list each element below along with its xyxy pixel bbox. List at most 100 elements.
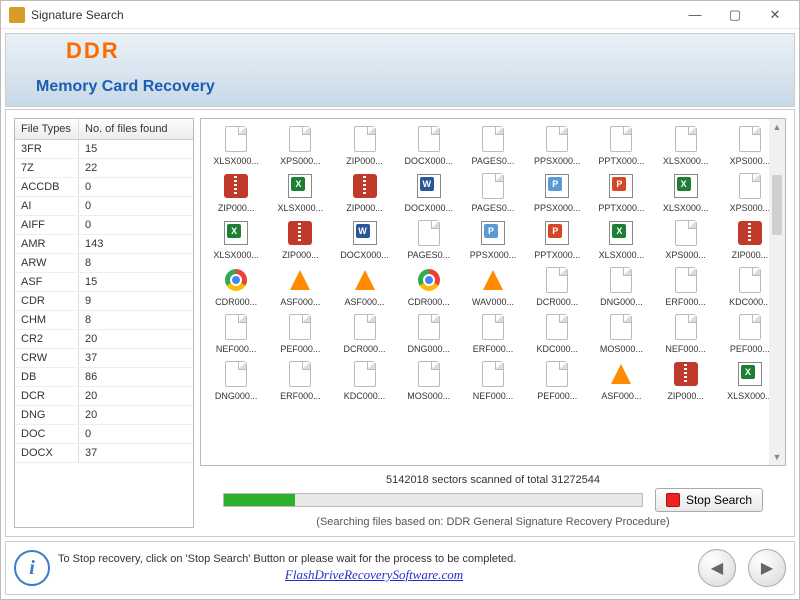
file-item[interactable]: XPS000...: [655, 219, 717, 260]
cell-file-count: 20: [79, 330, 193, 348]
file-item[interactable]: PAGES0...: [398, 219, 460, 260]
doc-icon: [417, 174, 441, 198]
header-subtitle: Memory Card Recovery: [36, 78, 215, 96]
file-item[interactable]: ERF000...: [462, 313, 524, 354]
stop-label: Stop Search: [686, 493, 752, 507]
file-item[interactable]: ZIP000...: [333, 172, 395, 213]
file-item[interactable]: ASF000...: [333, 266, 395, 307]
file-item[interactable]: DCR000...: [526, 266, 588, 307]
file-item[interactable]: DOCX000...: [398, 172, 460, 213]
table-row[interactable]: CDR9: [15, 292, 193, 311]
file-item[interactable]: PPSX000...: [526, 172, 588, 213]
close-button[interactable]: ✕: [755, 2, 795, 28]
table-row[interactable]: ARW8: [15, 254, 193, 273]
table-row[interactable]: AIFF0: [15, 216, 193, 235]
file-item[interactable]: NEF000...: [462, 360, 524, 401]
file-label: PPSX000...: [529, 203, 585, 213]
file-item[interactable]: ERF000...: [269, 360, 331, 401]
file-item[interactable]: XPS000...: [269, 125, 331, 166]
file-item[interactable]: MOS000...: [590, 313, 652, 354]
file-item[interactable]: XLSX000...: [205, 125, 267, 166]
table-row[interactable]: AMR143: [15, 235, 193, 254]
maximize-button[interactable]: ▢: [715, 2, 755, 28]
zip-icon: [224, 174, 248, 198]
file-label: PEF000...: [529, 391, 585, 401]
file-item[interactable]: NEF000...: [205, 313, 267, 354]
file-item[interactable]: PAGES0...: [462, 125, 524, 166]
table-row[interactable]: CR220: [15, 330, 193, 349]
table-row[interactable]: ACCDB0: [15, 178, 193, 197]
scroll-up-icon[interactable]: ▲: [769, 119, 785, 135]
zip-icon: [288, 221, 312, 245]
table-row[interactable]: DNG20: [15, 406, 193, 425]
file-item[interactable]: ZIP000...: [655, 360, 717, 401]
file-item[interactable]: PPSX000...: [526, 125, 588, 166]
file-item[interactable]: CDR000...: [398, 266, 460, 307]
table-row[interactable]: DOC0: [15, 425, 193, 444]
file-item[interactable]: PAGES0...: [462, 172, 524, 213]
file-item[interactable]: PEF000...: [269, 313, 331, 354]
table-row[interactable]: 3FR15: [15, 140, 193, 159]
blank-icon: [354, 361, 376, 387]
file-item[interactable]: DNG000...: [398, 313, 460, 354]
file-item[interactable]: PPTX000...: [590, 125, 652, 166]
file-item[interactable]: ZIP000...: [269, 219, 331, 260]
file-item[interactable]: DNG000...: [590, 266, 652, 307]
stop-search-button[interactable]: Stop Search: [655, 488, 763, 512]
file-item[interactable]: ASF000...: [590, 360, 652, 401]
nav-forward-button[interactable]: ▶: [748, 549, 786, 587]
table-row[interactable]: CRW37: [15, 349, 193, 368]
file-label: ZIP000...: [658, 391, 714, 401]
table-row[interactable]: AI0: [15, 197, 193, 216]
file-grid[interactable]: XLSX000...XPS000...ZIP000...DOCX000...PA…: [201, 119, 785, 407]
file-item[interactable]: KDC000...: [333, 360, 395, 401]
table-row[interactable]: DOCX37: [15, 444, 193, 463]
file-item[interactable]: PPSX000...: [462, 219, 524, 260]
file-item[interactable]: DCR000...: [333, 313, 395, 354]
file-item[interactable]: ZIP000...: [205, 172, 267, 213]
file-item[interactable]: KDC000...: [526, 313, 588, 354]
table-row[interactable]: ASF15: [15, 273, 193, 292]
file-item[interactable]: DNG000...: [205, 360, 267, 401]
file-label: XLSX000...: [658, 156, 714, 166]
cell-file-count: 37: [79, 349, 193, 367]
table-row[interactable]: DB86: [15, 368, 193, 387]
file-item[interactable]: PPTX000...: [526, 219, 588, 260]
file-label: PPTX000...: [529, 250, 585, 260]
file-item[interactable]: NEF000...: [655, 313, 717, 354]
info-icon: i: [14, 550, 50, 586]
file-item[interactable]: XLSX000...: [590, 219, 652, 260]
file-label: MOS000...: [401, 391, 457, 401]
footer-link[interactable]: FlashDriveRecoverySoftware.com: [58, 567, 690, 583]
file-item[interactable]: DOCX000...: [333, 219, 395, 260]
zip-icon: [353, 174, 377, 198]
cell-file-type: ACCDB: [15, 178, 79, 196]
file-item[interactable]: XLSX000...: [655, 172, 717, 213]
file-item[interactable]: WAV000...: [462, 266, 524, 307]
file-item[interactable]: PEF000...: [526, 360, 588, 401]
table-row[interactable]: 7Z22: [15, 159, 193, 178]
blank-icon: [225, 126, 247, 152]
table-row[interactable]: CHM8: [15, 311, 193, 330]
file-item[interactable]: CDR000...: [205, 266, 267, 307]
table-row[interactable]: DCR20: [15, 387, 193, 406]
file-item[interactable]: ZIP000...: [333, 125, 395, 166]
file-item[interactable]: MOS000...: [398, 360, 460, 401]
file-item[interactable]: XLSX000...: [269, 172, 331, 213]
file-item[interactable]: XLSX000...: [655, 125, 717, 166]
file-item[interactable]: PPTX000...: [590, 172, 652, 213]
file-label: MOS000...: [593, 344, 649, 354]
file-item[interactable]: ERF000...: [655, 266, 717, 307]
minimize-button[interactable]: —: [675, 2, 715, 28]
file-item[interactable]: XLSX000...: [205, 219, 267, 260]
nav-back-button[interactable]: ◀: [698, 549, 736, 587]
table-body[interactable]: 3FR157Z22ACCDB0AI0AIFF0AMR143ARW8ASF15CD…: [15, 140, 193, 527]
vertical-scrollbar[interactable]: ▲ ▼: [769, 119, 785, 465]
file-label: ZIP000...: [337, 156, 393, 166]
file-item[interactable]: ASF000...: [269, 266, 331, 307]
col-files-found[interactable]: No. of files found: [79, 119, 193, 139]
scroll-thumb[interactable]: [772, 175, 782, 235]
scroll-down-icon[interactable]: ▼: [769, 449, 785, 465]
col-file-types[interactable]: File Types: [15, 119, 79, 139]
file-item[interactable]: DOCX000...: [398, 125, 460, 166]
